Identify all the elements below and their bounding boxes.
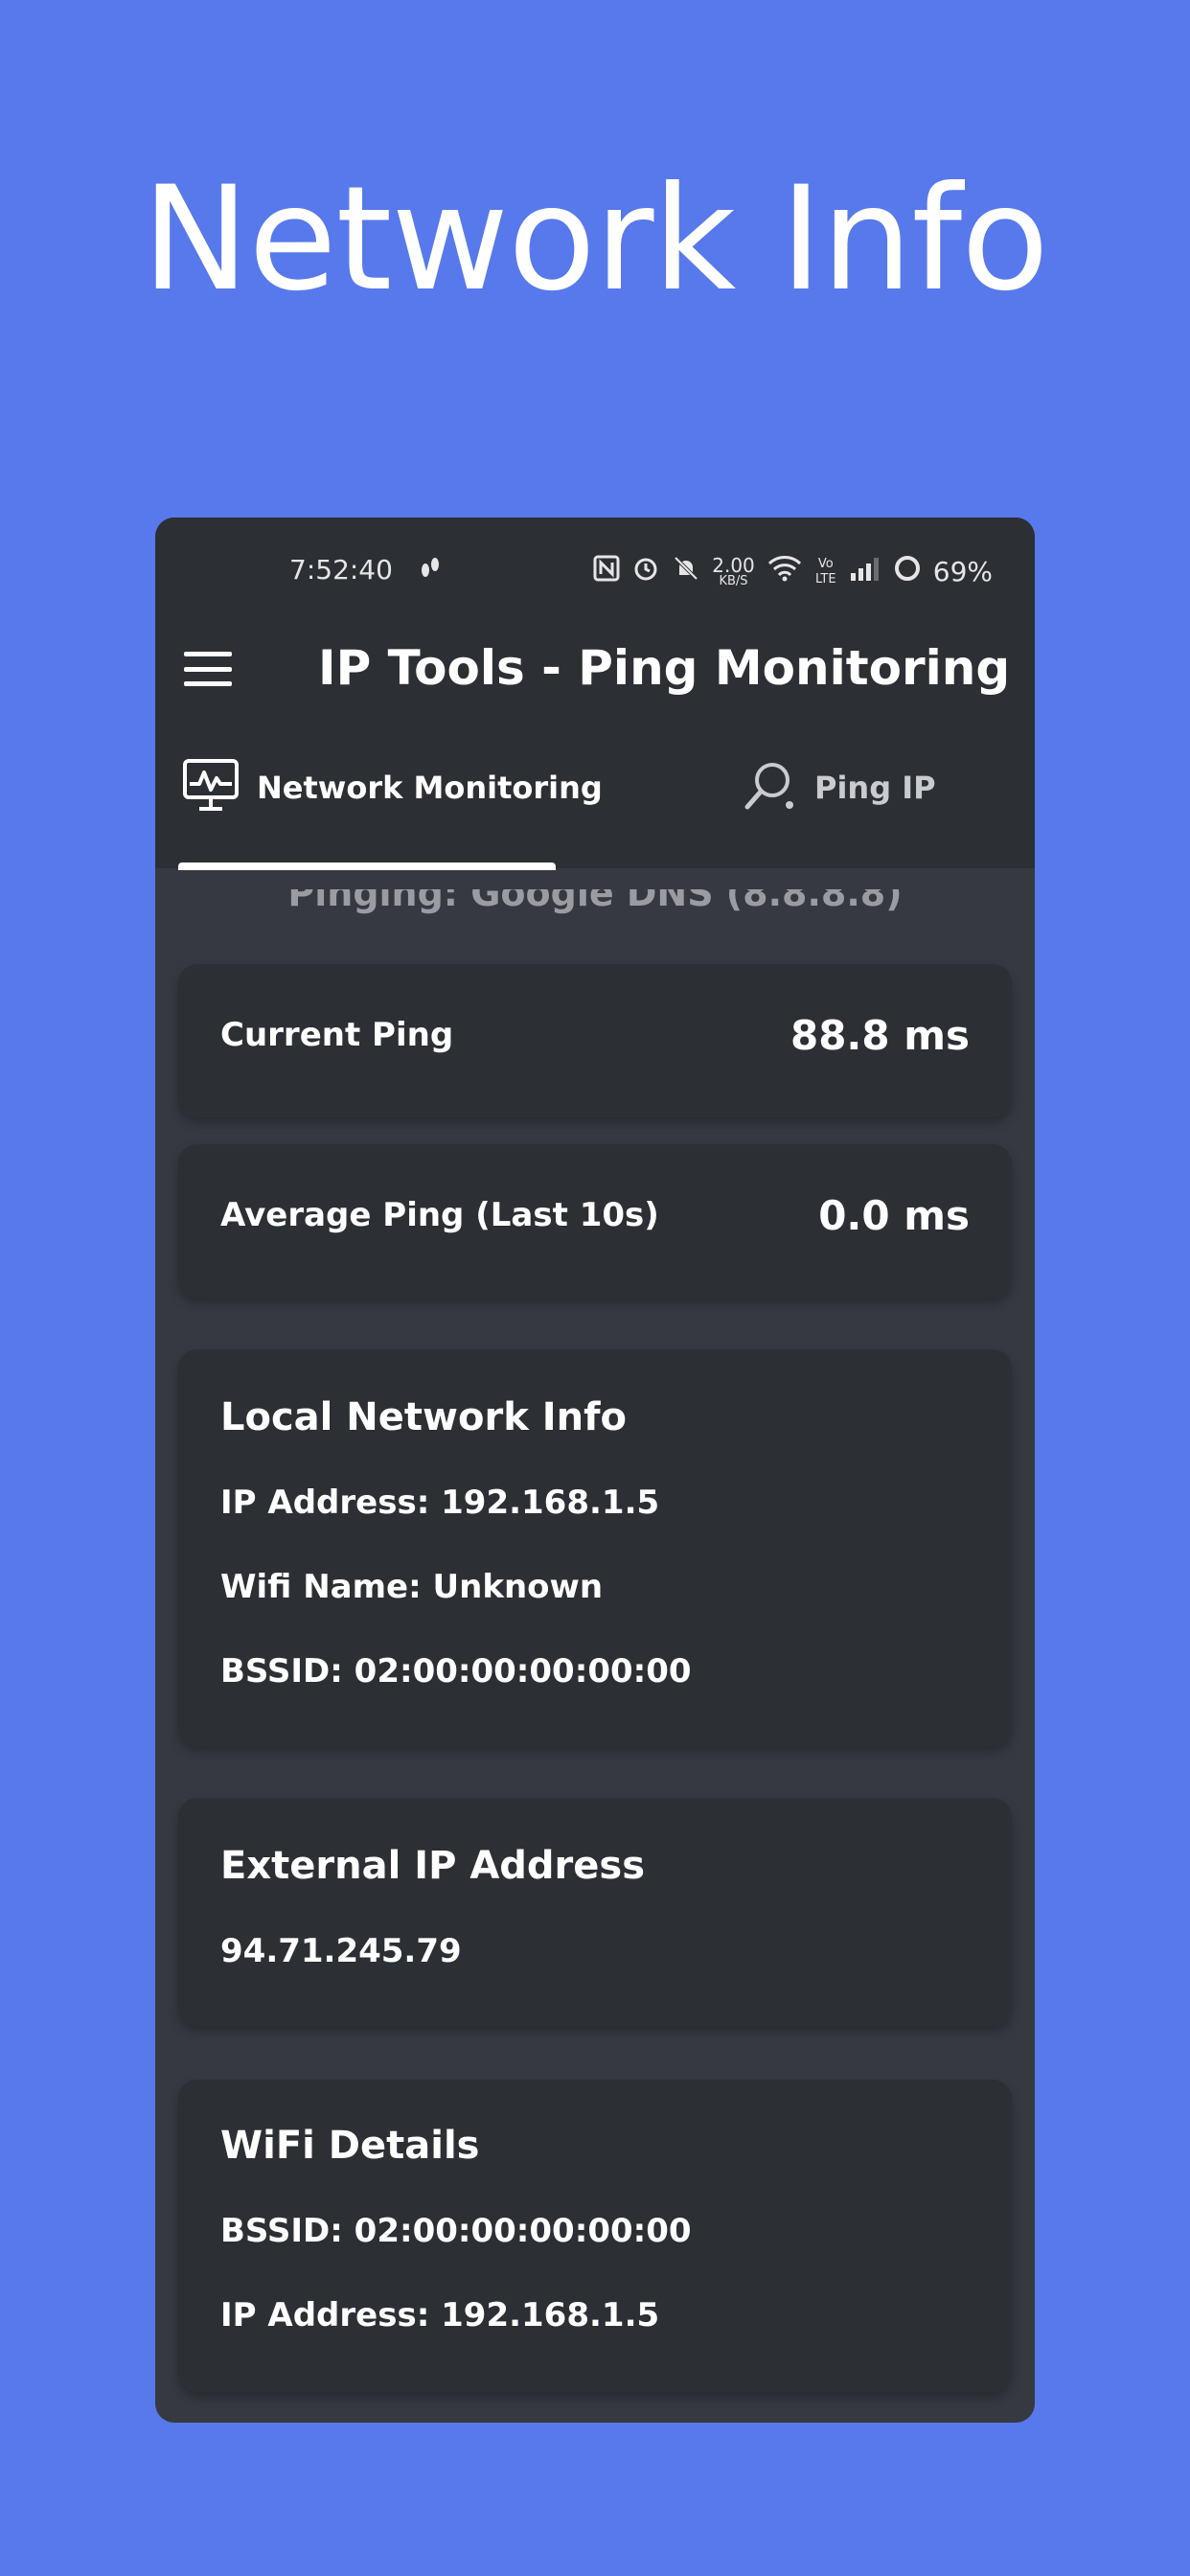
footsteps-icon xyxy=(416,554,445,589)
top-bar: 7:52:40 2.00 KB/S Vo LTE 69% IP Tools - … xyxy=(155,518,1035,870)
local-ip-address: IP Address: 192.168.1.5 xyxy=(220,1484,660,1522)
tab-network-monitoring[interactable]: Network Monitoring xyxy=(182,757,603,868)
status-time: 7:52:40 xyxy=(289,554,393,586)
magnifier-ping-icon xyxy=(740,757,797,815)
current-ping-card: Current Ping 88.8 ms xyxy=(178,964,1012,1117)
local-network-title: Local Network Info xyxy=(220,1395,627,1439)
nfc-icon xyxy=(593,555,620,588)
external-ip-title: External IP Address xyxy=(220,1844,646,1888)
wifi-details-title: WiFi Details xyxy=(220,2124,480,2168)
monitor-pulse-icon xyxy=(182,757,240,815)
promo-headline: Network Info xyxy=(142,156,1049,323)
current-ping-value: 88.8 ms xyxy=(790,1012,970,1059)
battery-ring-icon xyxy=(893,554,922,589)
net-speed-unit: KB/S xyxy=(719,573,748,588)
local-network-card: Local Network Info IP Address: 192.168.1… xyxy=(178,1349,1012,1746)
alarm-icon xyxy=(631,554,660,589)
status-icons: 2.00 KB/S Vo LTE 69% xyxy=(593,554,993,589)
external-ip-value: 94.71.245.79 xyxy=(220,1932,462,1970)
wifi-details-ip: IP Address: 192.168.1.5 xyxy=(220,2296,660,2334)
wifi-icon xyxy=(767,554,803,589)
tab-selected-indicator xyxy=(178,862,556,870)
pinging-status: Pinging: Google DNS (8.8.8.8) xyxy=(287,872,903,914)
average-ping-label: Average Ping (Last 10s) xyxy=(220,1196,659,1234)
local-bssid: BSSID: 02:00:00:00:00:00 xyxy=(220,1652,692,1690)
signal-icon xyxy=(849,556,881,587)
mute-bell-icon xyxy=(672,554,700,589)
tab-label-ping-ip: Ping IP xyxy=(814,770,936,806)
local-wifi-name: Wifi Name: Unknown xyxy=(220,1568,604,1606)
hamburger-menu-icon[interactable] xyxy=(184,652,232,686)
average-ping-card: Average Ping (Last 10s) 0.0 ms xyxy=(178,1144,1012,1298)
status-bar: 7:52:40 2.00 KB/S Vo LTE 69% xyxy=(155,554,1035,596)
wifi-details-bssid: BSSID: 02:00:00:00:00:00 xyxy=(220,2212,692,2250)
net-speed-value: 2.00 xyxy=(712,553,755,577)
tab-bar: Network Monitoring Ping IP xyxy=(155,757,1035,868)
external-ip-card: External IP Address 94.71.245.79 xyxy=(178,1798,1012,2026)
net-speed: 2.00 KB/S xyxy=(712,556,755,588)
wifi-details-card: WiFi Details BSSID: 02:00:00:00:00:00 IP… xyxy=(178,2080,1012,2392)
app-title: IP Tools - Ping Monitoring xyxy=(318,640,1011,696)
phone-screen: 7:52:40 2.00 KB/S Vo LTE 69% IP Tools - … xyxy=(155,518,1035,2423)
average-ping-value: 0.0 ms xyxy=(818,1192,970,1239)
tab-ping-ip[interactable]: Ping IP xyxy=(740,757,936,868)
volte-indicator: Vo LTE xyxy=(814,556,836,586)
tab-label-network-monitoring: Network Monitoring xyxy=(257,770,603,806)
app-bar: IP Tools - Ping Monitoring xyxy=(155,632,1035,709)
current-ping-label: Current Ping xyxy=(220,1016,454,1054)
battery-percent: 69% xyxy=(932,556,993,587)
